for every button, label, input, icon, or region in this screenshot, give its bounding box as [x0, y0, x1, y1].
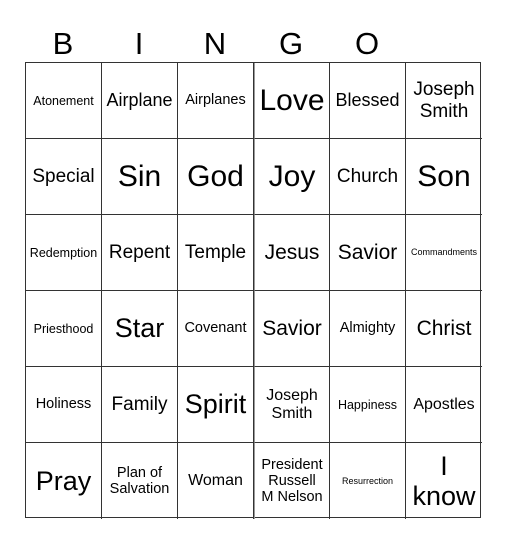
- bingo-grid: Atonement Airplane Airplanes Love Blessed Jos…: [25, 62, 482, 519]
- bingo-cell[interactable]: Star: [102, 291, 178, 367]
- bingo-cell[interactable]: Blessed: [330, 63, 406, 139]
- bingo-cell-text: Joseph Smith: [413, 79, 475, 122]
- bingo-cell[interactable]: God: [178, 139, 254, 215]
- bingo-cell[interactable]: Pray: [26, 443, 102, 519]
- bingo-cell[interactable]: Family: [102, 367, 178, 443]
- bingo-cell-text: Atonement: [33, 93, 94, 108]
- bingo-cell-text: I know: [412, 450, 476, 511]
- header-letter-i: I: [134, 26, 144, 61]
- bingo-cell-text: Love: [259, 83, 325, 117]
- bingo-cell[interactable]: Christ: [406, 291, 482, 367]
- bingo-cell[interactable]: Church: [330, 139, 406, 215]
- bingo-cell-text: Covenant: [184, 320, 247, 337]
- bingo-cell-text: Resurrection: [341, 475, 394, 486]
- bingo-cell[interactable]: Airplanes: [178, 63, 254, 139]
- bingo-cell[interactable]: Joseph Smith: [406, 63, 482, 139]
- bingo-cell-text: Airplanes: [185, 92, 246, 109]
- bingo-cell-text: Spirit: [184, 389, 247, 420]
- bingo-cell-text: Woman: [188, 472, 243, 490]
- bingo-cell[interactable]: Plan of Salvation: [102, 443, 178, 519]
- bingo-cell[interactable]: Atonement: [26, 63, 102, 139]
- bingo-cell[interactable]: Covenant: [178, 291, 254, 367]
- header-letter-o: O: [354, 26, 380, 61]
- bingo-cell-text: Christ: [416, 316, 472, 340]
- bingo-cell[interactable]: Resurrection: [330, 443, 406, 519]
- header-letter-b: B: [52, 26, 74, 61]
- bingo-cell[interactable]: President Russell M Nelson: [254, 443, 330, 519]
- bingo-cell[interactable]: Jesus: [254, 215, 330, 291]
- header-letter-n: N: [203, 26, 227, 61]
- bingo-cell[interactable]: Repent: [102, 215, 178, 291]
- bingo-cell-text: Church: [336, 165, 399, 187]
- bingo-cell-text: Jesus: [264, 240, 320, 264]
- bingo-cell-text: Son: [417, 159, 471, 193]
- bingo-cell[interactable]: Airplane: [102, 63, 178, 139]
- bingo-cell[interactable]: Woman: [178, 443, 254, 519]
- bingo-cell-text: Star: [114, 313, 165, 344]
- bingo-cell-text: Almighty: [339, 320, 396, 337]
- bingo-cell[interactable]: Joseph Smith: [254, 367, 330, 443]
- bingo-cell[interactable]: Commandments: [406, 215, 482, 291]
- bingo-cell-text: Redemption: [29, 245, 98, 260]
- bingo-header: B I N G O: [25, 24, 481, 64]
- bingo-cell[interactable]: I know: [406, 443, 482, 519]
- bingo-cell-text: President Russell M Nelson: [261, 456, 323, 506]
- bingo-cell[interactable]: Sin: [102, 139, 178, 215]
- bingo-cell[interactable]: Savior: [330, 215, 406, 291]
- bingo-cell-text: God: [187, 159, 244, 193]
- bingo-cell[interactable]: Special: [26, 139, 102, 215]
- bingo-cell[interactable]: Almighty: [330, 291, 406, 367]
- bingo-cell-text: Happiness: [337, 397, 398, 412]
- bingo-cell-text: Savior: [337, 240, 398, 264]
- bingo-cell-text: Apostles: [413, 395, 475, 413]
- bingo-cell[interactable]: Spirit: [178, 367, 254, 443]
- bingo-cell-text: Joy: [268, 159, 316, 193]
- header-letter-g: G: [278, 26, 304, 61]
- bingo-cell-text: Pray: [35, 465, 92, 496]
- bingo-cell-text: Plan of Salvation: [109, 464, 170, 497]
- bingo-cell[interactable]: Holiness: [26, 367, 102, 443]
- bingo-cell[interactable]: Priesthood: [26, 291, 102, 367]
- bingo-cell-text: Savior: [262, 316, 322, 340]
- bingo-cell-text: Temple: [184, 241, 247, 263]
- bingo-cell-text: Commandments: [410, 247, 478, 258]
- bingo-cell-text: Blessed: [335, 90, 400, 111]
- bingo-cell[interactable]: Joy: [254, 139, 330, 215]
- bingo-cell[interactable]: Apostles: [406, 367, 482, 443]
- bingo-cell-text: Sin: [117, 159, 162, 193]
- bingo-cell[interactable]: Love: [254, 63, 330, 139]
- bingo-cell-text: Joseph Smith: [266, 386, 318, 422]
- bingo-cell[interactable]: Savior: [254, 291, 330, 367]
- bingo-cell-text: Holiness: [35, 396, 92, 413]
- bingo-cell[interactable]: Temple: [178, 215, 254, 291]
- bingo-cell[interactable]: Happiness: [330, 367, 406, 443]
- bingo-cell[interactable]: Redemption: [26, 215, 102, 291]
- bingo-cell-text: Airplane: [106, 90, 173, 111]
- bingo-cell-text: Family: [111, 393, 168, 415]
- bingo-cell[interactable]: Son: [406, 139, 482, 215]
- bingo-cell-text: Priesthood: [33, 321, 94, 336]
- bingo-cell-text: Repent: [108, 241, 171, 263]
- bingo-cell-text: Special: [32, 165, 95, 187]
